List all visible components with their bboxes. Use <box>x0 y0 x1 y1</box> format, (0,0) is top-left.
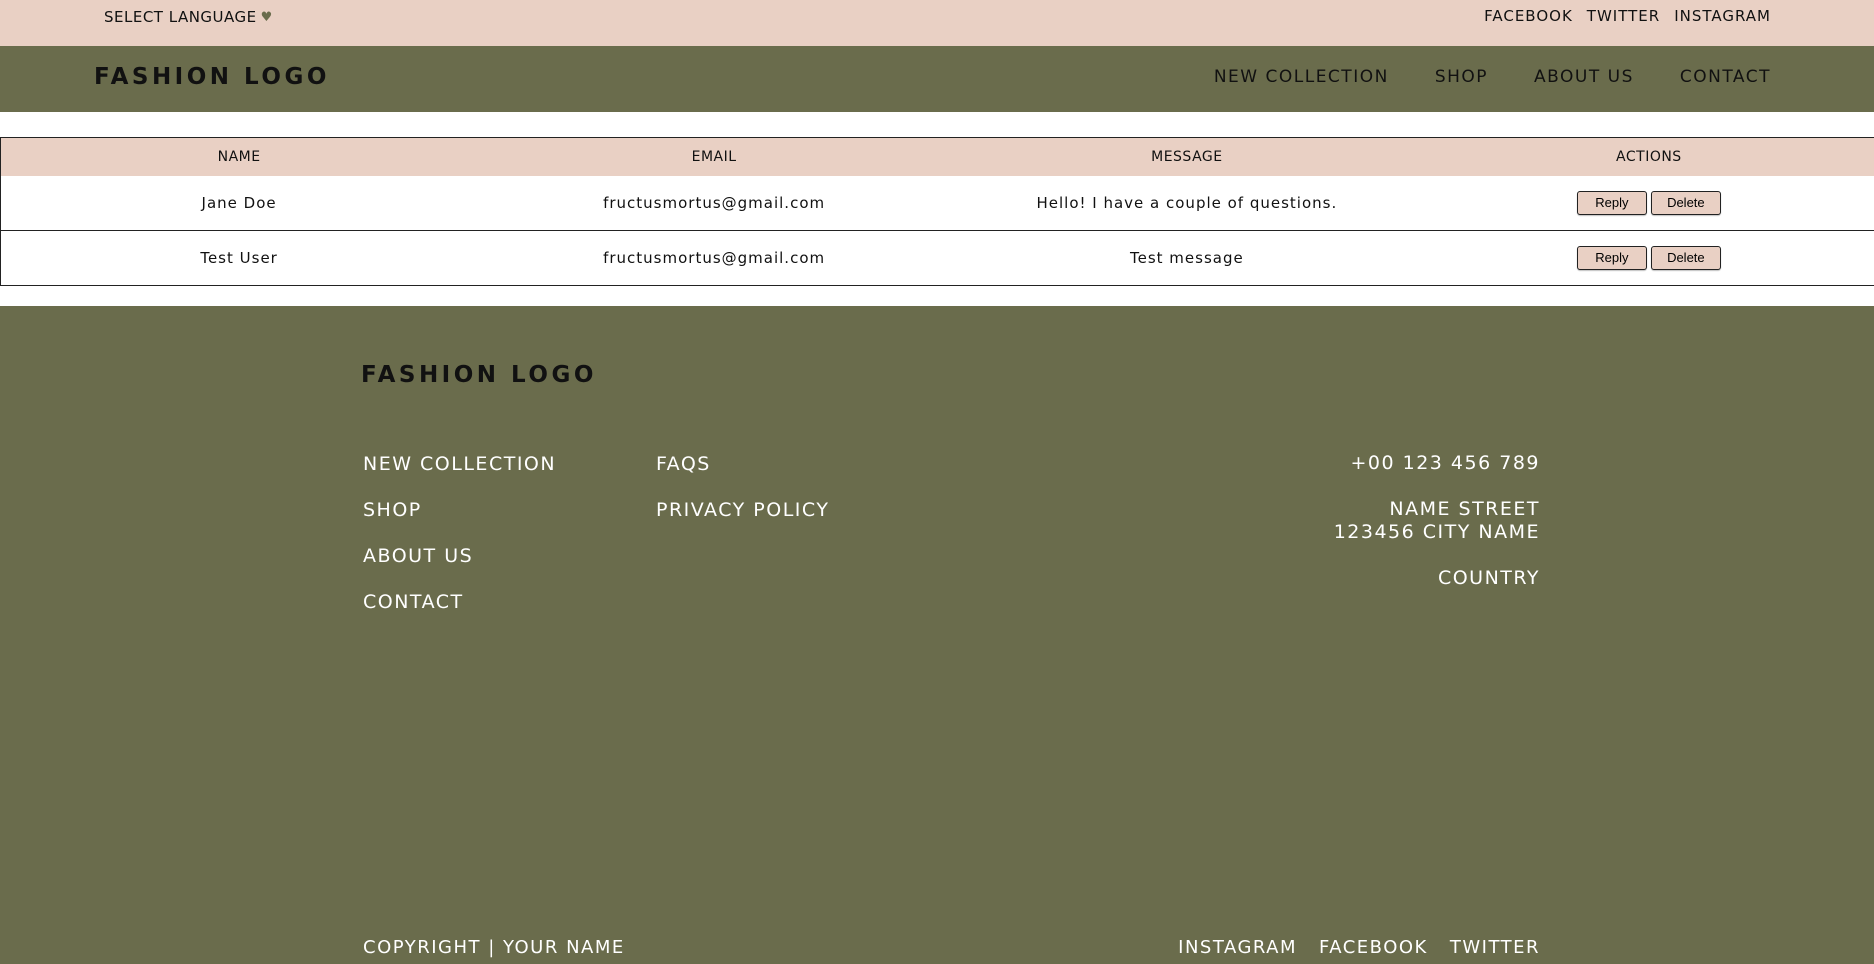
cell-email: fructusmortus@gmail.com <box>603 193 826 212</box>
footer-country: COUNTRY <box>1437 567 1540 589</box>
footer-link-privacy-policy[interactable]: PRIVACY POLICY <box>656 498 829 522</box>
site-footer: FASHION LOGO NEW COLLECTION SHOP ABOUT U… <box>0 306 1874 964</box>
reply-button[interactable]: Reply <box>1576 190 1647 215</box>
footer-address: NAME STREET 123456 CITY NAME <box>1334 498 1540 544</box>
footer-social-links: INSTAGRAM FACEBOOK TWITTER <box>1178 937 1540 958</box>
nav-new-collection[interactable]: NEW COLLECTION <box>1214 67 1389 87</box>
language-selector[interactable]: SELECT LANGUAGE ♥ <box>104 8 273 26</box>
footer-link-shop[interactable]: SHOP <box>363 498 556 522</box>
footer-copyright: COPYRIGHT | YOUR NAME <box>363 937 625 958</box>
table-row: Jane Doe fructusmortus@gmail.com Hello! … <box>1 176 1874 231</box>
table-header-row: NAME EMAIL MESSAGE ACTIONS <box>0 137 1874 176</box>
cell-name: Jane Doe <box>201 193 277 212</box>
reply-button[interactable]: Reply <box>1576 246 1647 270</box>
cell-email: fructusmortus@gmail.com <box>603 249 826 267</box>
footer-facebook-link[interactable]: FACEBOOK <box>1319 937 1428 958</box>
main-nav: NEW COLLECTION SHOP ABOUT US CONTACT <box>1214 67 1771 87</box>
nav-shop[interactable]: SHOP <box>1435 67 1488 87</box>
nav-contact[interactable]: CONTACT <box>1680 67 1771 87</box>
cell-message: Hello! I have a couple of questions. <box>1036 193 1338 212</box>
footer-twitter-link[interactable]: TWITTER <box>1450 937 1540 958</box>
messages-table: NAME EMAIL MESSAGE ACTIONS Jane Doe fruc… <box>0 137 1874 286</box>
footer-link-faqs[interactable]: FAQS <box>656 452 829 476</box>
header-name: NAME <box>217 148 261 165</box>
top-twitter-link[interactable]: TWITTER <box>1587 7 1660 25</box>
header-email: EMAIL <box>691 148 737 165</box>
nav-about-us[interactable]: ABOUT US <box>1534 67 1634 87</box>
footer-street: NAME STREET <box>1389 498 1540 520</box>
footer-instagram-link[interactable]: INSTAGRAM <box>1178 937 1297 958</box>
footer-link-new-collection[interactable]: NEW COLLECTION <box>363 452 556 476</box>
footer-city: 123456 CITY NAME <box>1333 521 1540 543</box>
table-row: Test User fructusmortus@gmail.com Test m… <box>0 230 1874 286</box>
footer-link-contact[interactable]: CONTACT <box>363 590 556 614</box>
top-social-links: FACEBOOK TWITTER INSTAGRAM <box>1484 7 1771 25</box>
delete-button[interactable]: Delete <box>1650 246 1721 270</box>
messages-table-container: NAME EMAIL MESSAGE ACTIONS Jane Doe fruc… <box>0 137 1874 286</box>
header-actions: ACTIONS <box>1616 148 1682 165</box>
footer-nav-primary: NEW COLLECTION SHOP ABOUT US CONTACT <box>363 452 556 614</box>
delete-button[interactable]: Delete <box>1650 190 1721 215</box>
top-bar: SELECT LANGUAGE ♥ FACEBOOK TWITTER INSTA… <box>0 0 1874 46</box>
cell-actions: Reply Delete <box>1423 231 1874 286</box>
cell-message: Test message <box>1130 249 1244 267</box>
cell-name: Test User <box>200 249 278 267</box>
heart-icon: ♥ <box>260 9 273 25</box>
footer-link-about-us[interactable]: ABOUT US <box>363 544 556 568</box>
top-facebook-link[interactable]: FACEBOOK <box>1484 7 1573 25</box>
header-logo[interactable]: FASHION LOGO <box>94 64 330 90</box>
footer-contact-info: +00 123 456 789 NAME STREET 123456 CITY … <box>1334 452 1540 613</box>
header-message: MESSAGE <box>1151 148 1223 165</box>
main-header: FASHION LOGO NEW COLLECTION SHOP ABOUT U… <box>0 46 1874 112</box>
language-label: SELECT LANGUAGE <box>104 8 257 26</box>
footer-phone: +00 123 456 789 <box>1350 452 1540 474</box>
footer-logo[interactable]: FASHION LOGO <box>361 362 597 388</box>
top-instagram-link[interactable]: INSTAGRAM <box>1674 7 1771 25</box>
footer-nav-secondary: FAQS PRIVACY POLICY <box>656 452 829 522</box>
cell-actions: Reply Delete <box>1423 176 1874 231</box>
